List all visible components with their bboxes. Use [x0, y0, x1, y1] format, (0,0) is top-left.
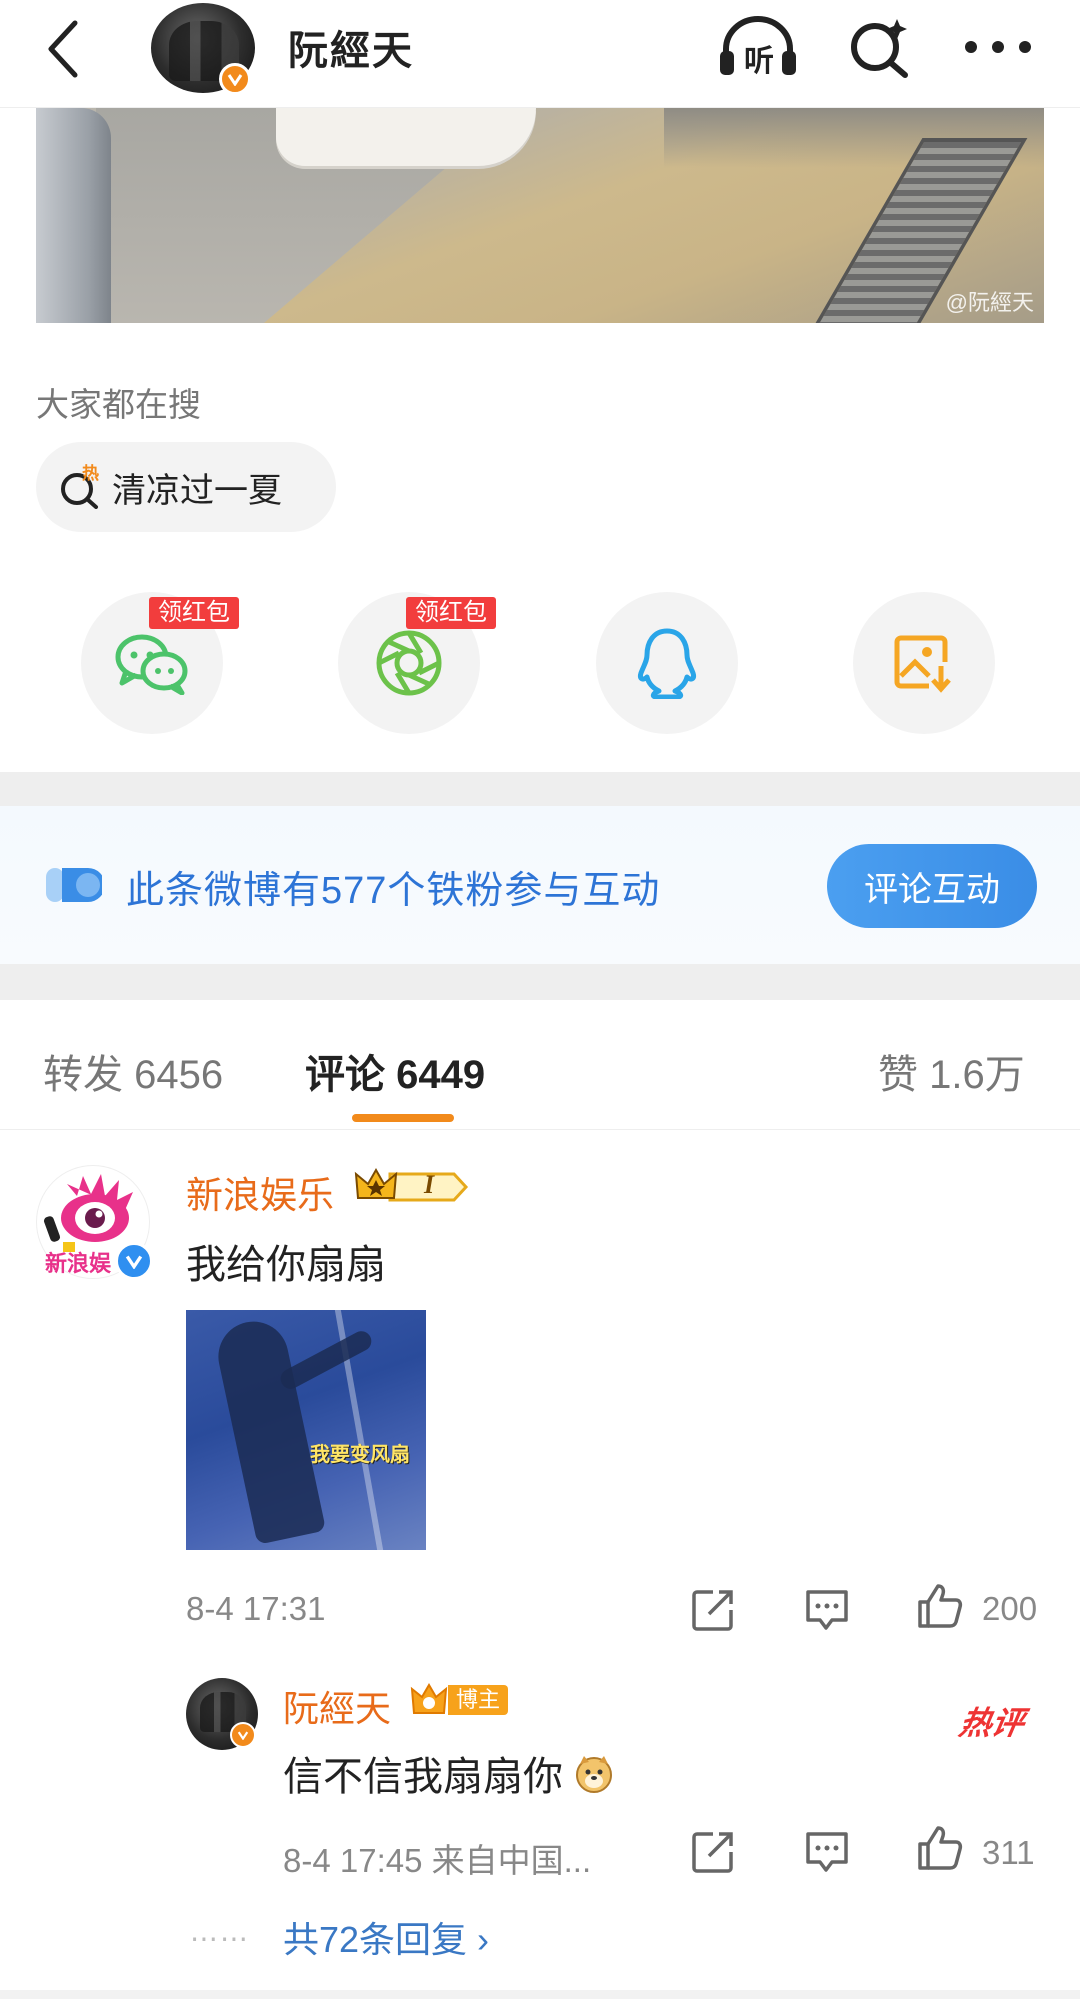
reply-thread-dots: ⋯⋯: [190, 1923, 250, 1954]
redpacket-badge: 领红包: [149, 597, 239, 629]
verified-badge-icon: [230, 1722, 256, 1748]
commenter-avatar-text: 新浪娱: [45, 1251, 112, 1276]
hot-comment-badge: 热评: [956, 1705, 1027, 1741]
active-tab-indicator: [352, 1114, 454, 1122]
bottom-edge: [0, 1990, 1080, 1999]
comment-icon: [806, 1832, 848, 1872]
reply-like-count: 311: [982, 1834, 1035, 1871]
comment-time: 8-4 17:31: [186, 1590, 326, 1627]
repost-icon: [692, 1832, 733, 1873]
wechat-icon: [115, 634, 188, 695]
trending-search-label: 清凉过一夏: [112, 471, 282, 510]
author-avatar[interactable]: [151, 3, 255, 95]
section-divider: [0, 964, 1080, 1000]
image-person-arm: [277, 1327, 375, 1393]
section-divider: [0, 772, 1080, 806]
fan-level-text: I: [424, 1170, 435, 1199]
tab-likes[interactable]: 赞 1.6万: [878, 1042, 1025, 1100]
tab-comments[interactable]: 评论 6449: [305, 1042, 485, 1100]
thumbs-up-icon: [918, 1826, 963, 1870]
reply-author-name[interactable]: 阮經天: [283, 1680, 391, 1732]
commenter-name[interactable]: 新浪娱乐: [186, 1165, 334, 1219]
save-image-icon: [894, 635, 951, 693]
verified-badge-icon: [115, 1242, 153, 1280]
blogger-badge: 博主: [410, 1681, 509, 1719]
comment-icon: [806, 1590, 848, 1630]
comment-reply-button[interactable]: [801, 1584, 853, 1636]
comment-like-button[interactable]: [914, 1580, 966, 1632]
top-bar: 阮經天 听: [0, 0, 1080, 108]
share-qq-button[interactable]: [596, 592, 738, 734]
commenter-avatar[interactable]: 新浪娱: [36, 1165, 153, 1280]
reply-repost-button[interactable]: [687, 1826, 739, 1878]
hot-search-icon: 热: [58, 464, 102, 509]
comment-like-count: 200: [982, 1590, 1038, 1627]
fans-interaction-icon: [46, 868, 102, 902]
search-button[interactable]: [840, 12, 920, 82]
moments-icon: [376, 630, 442, 696]
listen-button[interactable]: 听: [718, 12, 798, 82]
more-icon: [965, 41, 1031, 53]
comment-text: 我给你扇扇: [186, 1243, 386, 1287]
crown-icon: [354, 1167, 469, 1202]
fan-crown-badge[interactable]: I: [354, 1166, 469, 1208]
reply-text-content: 信不信我扇扇你: [283, 1755, 563, 1799]
reply-comment-button[interactable]: [801, 1826, 853, 1878]
image-person: [211, 1315, 327, 1545]
crown-icon: [410, 1683, 448, 1714]
repost-icon: [692, 1590, 733, 1631]
tab-repost[interactable]: 转发 6456: [43, 1042, 223, 1100]
image-caption: 我要变风扇: [310, 1444, 410, 1466]
comment-image[interactable]: 我要变风扇: [186, 1310, 426, 1550]
search-icon: [851, 19, 908, 78]
reply-author-avatar[interactable]: [186, 1678, 258, 1750]
trending-search-chip[interactable]: 热 清凉过一夏: [36, 442, 336, 532]
comment-repost-button[interactable]: [687, 1584, 739, 1636]
back-icon: [48, 20, 78, 78]
fans-banner[interactable]: 此条微博有577个铁粉参与互动 评论互动: [0, 806, 1080, 964]
hot-glyph: 热: [82, 464, 99, 483]
verified-badge-icon: [219, 63, 251, 95]
post-image[interactable]: @阮經天: [36, 108, 1044, 323]
reply-time: 8-4 17:45 来自中国...: [283, 1842, 592, 1879]
view-more-replies-link[interactable]: 共72条回复 ›: [283, 1911, 489, 1963]
thumbs-up-icon: [918, 1584, 963, 1628]
redpacket-badge: 领红包: [406, 597, 496, 629]
post-tabs: 转发 6456 评论 6449 赞 1.6万: [0, 1000, 1080, 1130]
qq-icon: [638, 628, 696, 699]
image-watermark: @阮經天: [945, 290, 1034, 315]
reply-like-button[interactable]: [914, 1822, 966, 1874]
doge-emoji-icon: [576, 1756, 613, 1793]
save-image-button[interactable]: [853, 592, 995, 734]
fans-banner-text: 此条微博有577个铁粉参与互动: [126, 870, 661, 912]
comment-interact-button[interactable]: 评论互动: [827, 844, 1037, 928]
image-shoe: [276, 108, 536, 166]
trending-search-heading: 大家都在搜: [36, 386, 201, 423]
more-button[interactable]: [958, 12, 1038, 82]
listen-label: 听: [744, 45, 774, 78]
image-car: [36, 108, 111, 323]
reply-text: 信不信我扇扇你: [283, 1744, 614, 1802]
blogger-badge-label: 博主: [448, 1685, 509, 1715]
page-title[interactable]: 阮經天: [288, 18, 414, 76]
back-button[interactable]: [38, 14, 88, 84]
